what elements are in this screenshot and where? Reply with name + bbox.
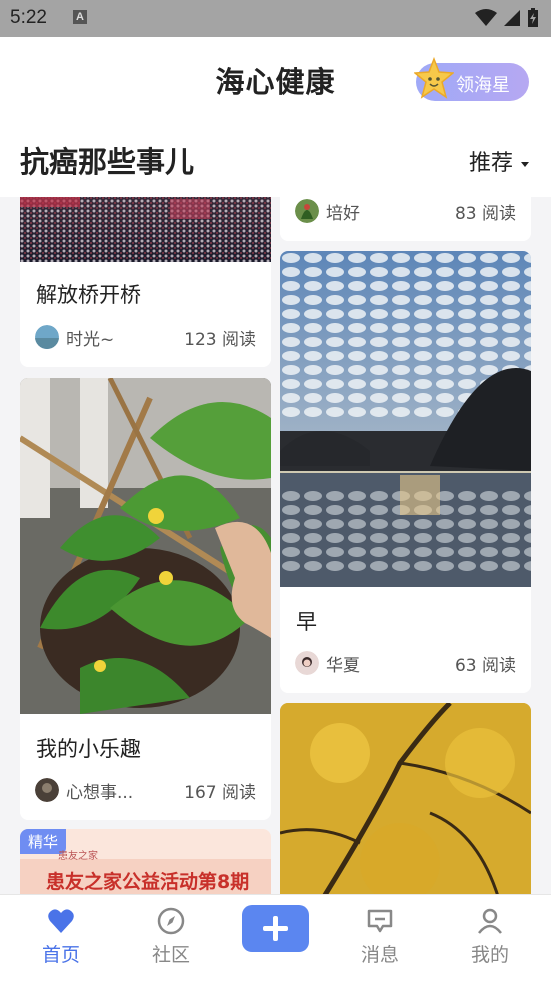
post-image [20,197,271,262]
section-header: 抗癌那些事儿 推荐 [0,125,551,197]
tab-community-label: 社区 [151,944,190,966]
sort-dropdown[interactable]: 推荐 [469,145,529,177]
post-card[interactable] [280,703,531,894]
author-avatar [295,199,319,223]
post-author: 华夏 [326,656,360,676]
tab-profile[interactable]: 我的 [450,895,530,982]
post-card[interactable]: 精华 患友之家 患友之家公益活动第8期 [20,829,271,894]
user-icon [478,908,502,934]
caret-down-icon [521,161,529,167]
sort-label: 推荐 [468,151,513,176]
author-avatar [295,651,319,675]
post-card[interactable]: 我的小乐趣 心想事... 167 阅读 [20,378,271,820]
post-read-count: 167 阅读 [184,783,256,803]
post-title: 早 [296,610,317,634]
plus-icon [263,916,288,941]
post-author: 心想事... [66,783,134,803]
author-avatar [35,325,59,349]
system-icons [475,8,539,28]
banner-small-text: 患友之家 [58,851,98,862]
banner-text: 患友之家公益活动第8期 [46,871,250,893]
post-author: 培好 [326,204,360,224]
battery-icon [528,8,538,27]
notification-icon: A [73,10,87,24]
tab-community[interactable]: 社区 [131,895,211,982]
post-card[interactable]: 早 华夏 63 阅读 [280,251,531,693]
heart-icon [48,909,74,933]
author-avatar [35,778,59,802]
post-image [280,703,531,894]
create-post-button[interactable] [242,905,309,952]
status-bar: 5:22 A [0,0,551,37]
bottom-tab-bar: 首页 社区 消息 我的 [0,894,551,982]
tab-home[interactable]: 首页 [21,895,101,982]
claim-star-button[interactable]: 领海星 [414,57,529,101]
post-image [280,251,531,587]
message-icon [367,909,393,933]
post-card[interactable]: 培好 83 阅读 [280,197,531,241]
post-read-count: 123 阅读 [184,330,256,350]
star-mascot-icon [414,57,454,99]
post-title: 解放桥开桥 [36,283,141,307]
status-time: 5:22 [10,7,47,28]
signal-icon [504,10,520,26]
claim-star-label: 领海星 [456,75,510,96]
tab-messages-label: 消息 [360,944,399,966]
tab-home-label: 首页 [41,944,80,966]
post-read-count: 63 阅读 [454,656,516,676]
post-card[interactable]: 解放桥开桥 时光~ 123 阅读 [20,197,271,367]
post-feed[interactable]: 解放桥开桥 时光~ 123 阅读 我的小乐趣 心想事... 167 阅读 精华 … [0,197,551,894]
post-read-count: 83 阅读 [454,204,516,224]
tab-messages[interactable]: 消息 [340,895,420,982]
wifi-icon [475,9,497,26]
post-title: 我的小乐趣 [36,737,141,761]
post-author: 时光~ [66,330,115,350]
compass-icon [157,907,185,935]
section-title: 抗癌那些事儿 [20,145,195,179]
app-header: 海心健康 领海星 [0,37,551,125]
post-image [20,378,271,714]
tab-profile-label: 我的 [470,944,509,966]
